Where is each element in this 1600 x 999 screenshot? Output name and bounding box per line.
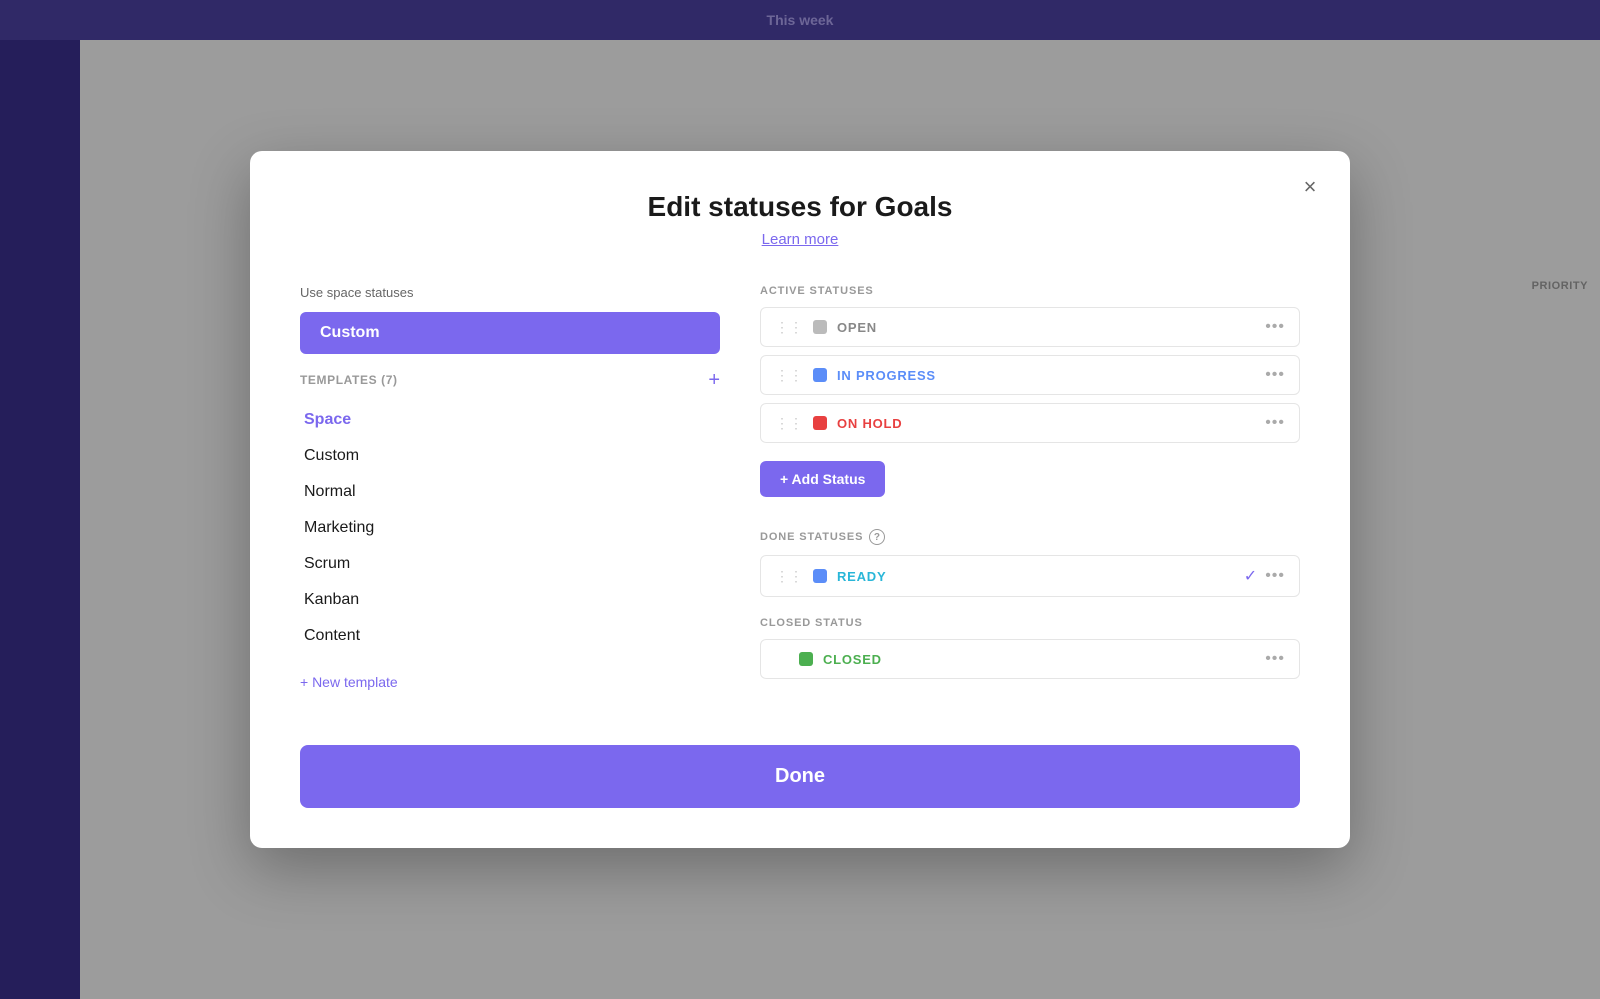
drag-handle-in-progress[interactable]: ⋮⋮ (775, 367, 803, 384)
status-row-on-hold: ⋮⋮ ON HOLD ••• (760, 403, 1300, 443)
custom-button[interactable]: Custom (300, 312, 720, 354)
done-button[interactable]: Done (300, 745, 1300, 808)
template-item-space[interactable]: Space (300, 402, 720, 438)
status-row-open: ⋮⋮ OPEN ••• (760, 307, 1300, 347)
template-list: Space Custom Normal Marketing Scrum Kanb… (300, 402, 720, 654)
status-name-in-progress: IN PROGRESS (837, 368, 1255, 383)
status-actions-ready: ✓ ••• (1244, 566, 1285, 586)
status-dot-ready (813, 569, 827, 583)
modal-body: Use space statuses Custom TEMPLATES (7) … (300, 285, 1300, 705)
active-statuses-title: ACTIVE STATUSES (760, 285, 1300, 297)
add-status-button[interactable]: + Add Status (760, 461, 885, 497)
close-button[interactable]: × (1294, 171, 1326, 203)
status-dot-closed (799, 652, 813, 666)
status-more-in-progress[interactable]: ••• (1265, 366, 1285, 384)
left-panel: Use space statuses Custom TEMPLATES (7) … (300, 285, 720, 705)
status-dot-open (813, 320, 827, 334)
status-more-open[interactable]: ••• (1265, 318, 1285, 336)
status-name-ready: READY (837, 569, 1234, 584)
status-more-on-hold[interactable]: ••• (1265, 414, 1285, 432)
learn-more-link[interactable]: Learn more (762, 231, 839, 248)
status-row-in-progress: ⋮⋮ IN PROGRESS ••• (760, 355, 1300, 395)
template-item-scrum[interactable]: Scrum (300, 546, 720, 582)
status-row-ready: ⋮⋮ READY ✓ ••• (760, 555, 1300, 597)
template-item-content[interactable]: Content (300, 618, 720, 654)
closed-status-title: CLOSED STATUS (760, 617, 1300, 629)
template-item-kanban[interactable]: Kanban (300, 582, 720, 618)
done-statuses-help-icon[interactable]: ? (869, 529, 885, 545)
modal-subtitle: Learn more (300, 231, 1300, 249)
status-check-ready: ✓ (1244, 566, 1257, 586)
templates-header: TEMPLATES (7) + (300, 370, 720, 390)
drag-handle-open[interactable]: ⋮⋮ (775, 319, 803, 336)
status-more-closed[interactable]: ••• (1265, 650, 1285, 668)
template-item-normal[interactable]: Normal (300, 474, 720, 510)
status-name-on-hold: ON HOLD (837, 416, 1255, 431)
modal-title: Edit statuses for Goals (300, 191, 1300, 223)
status-actions-closed: ••• (1265, 650, 1285, 668)
new-template-button[interactable]: + New template (300, 674, 398, 690)
modal: × Edit statuses for Goals Learn more Use… (250, 151, 1350, 848)
status-actions-in-progress: ••• (1265, 366, 1285, 384)
status-dot-in-progress (813, 368, 827, 382)
drag-handle-ready[interactable]: ⋮⋮ (775, 568, 803, 585)
status-more-ready[interactable]: ••• (1265, 567, 1285, 585)
drag-handle-on-hold[interactable]: ⋮⋮ (775, 415, 803, 432)
status-name-closed: CLOSED (823, 652, 1255, 667)
template-item-custom[interactable]: Custom (300, 438, 720, 474)
status-dot-on-hold (813, 416, 827, 430)
templates-label: TEMPLATES (7) (300, 373, 398, 387)
status-actions-open: ••• (1265, 318, 1285, 336)
template-item-marketing[interactable]: Marketing (300, 510, 720, 546)
use-space-label: Use space statuses (300, 285, 720, 300)
modal-overlay: × Edit statuses for Goals Learn more Use… (0, 0, 1600, 999)
templates-add-button[interactable]: + (708, 370, 720, 390)
status-actions-on-hold: ••• (1265, 414, 1285, 432)
right-panel: ACTIVE STATUSES ⋮⋮ OPEN ••• ⋮⋮ IN PROGRE… (760, 285, 1300, 705)
status-name-open: OPEN (837, 320, 1255, 335)
status-row-closed: CLOSED ••• (760, 639, 1300, 679)
done-statuses-title: DONE STATUSES ? (760, 529, 1300, 545)
